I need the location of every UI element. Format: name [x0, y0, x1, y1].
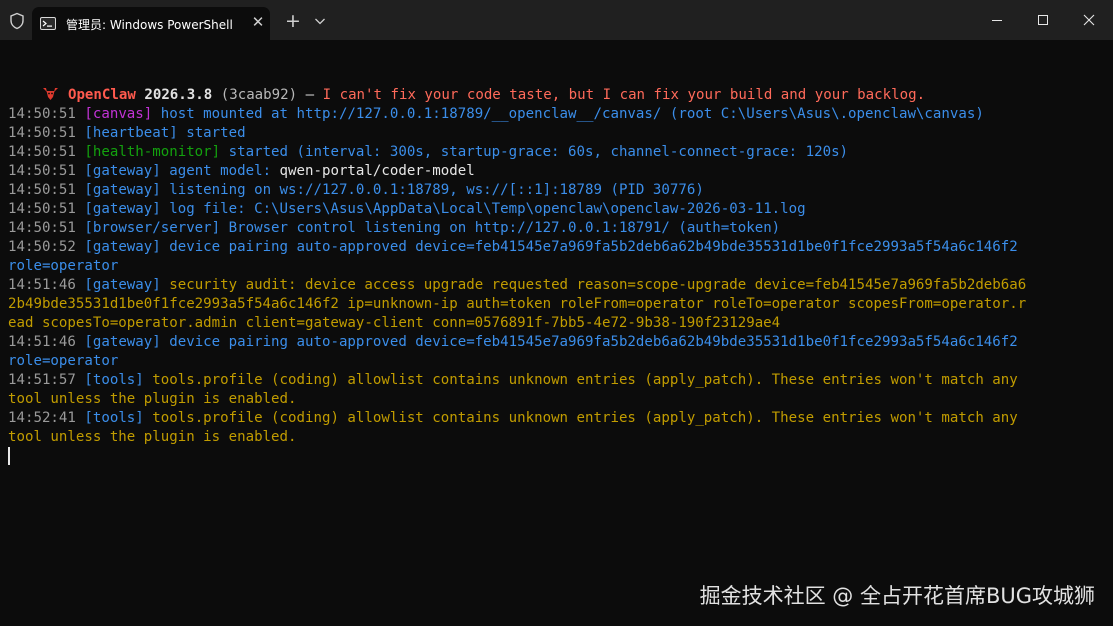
log-tag: [tools] — [84, 372, 144, 388]
banner-hash: (3caab92) — [220, 87, 298, 103]
log-message: agent model: — [160, 163, 280, 179]
log-lines: 14:50:51 [canvas] host mounted at http:/… — [8, 105, 1104, 447]
log-tag: [health-monitor] — [84, 144, 221, 160]
log-line: role=operator — [8, 257, 1104, 276]
log-tag: [gateway] — [84, 201, 161, 217]
close-window-button[interactable] — [1066, 0, 1112, 40]
log-tag: [tools] — [84, 410, 144, 426]
log-tag: [gateway] — [84, 163, 161, 179]
log-message: 2b49bde35531d1be0f1fce2993a5f54a6c146f2 … — [8, 296, 1027, 312]
log-timestamp: 14:51:57 — [8, 372, 85, 388]
log-message: ead scopesTo=operator.admin client=gatew… — [8, 315, 781, 331]
watermark: 掘金技术社区 @ 全占开花首席BUG攻城狮 — [699, 584, 1095, 608]
banner-app-name: OpenClaw — [67, 87, 136, 103]
close-tab-icon[interactable]: ✕ — [250, 13, 266, 31]
log-timestamp: 14:51:46 — [8, 277, 85, 293]
log-tag: [gateway] — [84, 239, 161, 255]
log-message: device pairing auto-approved device=feb4… — [160, 334, 1018, 350]
log-line: 14:50:51 [canvas] host mounted at http:/… — [8, 105, 1104, 124]
log-timestamp: 14:50:51 — [8, 220, 85, 236]
lobster-icon — [42, 88, 58, 100]
log-message: qwen-portal/coder-model — [279, 163, 475, 179]
log-line: 14:51:57 [tools] tools.profile (coding) … — [8, 371, 1104, 390]
log-message: tool unless the plugin is enabled. — [8, 429, 297, 445]
log-line: 14:50:51 [gateway] log file: C:\Users\As… — [8, 200, 1104, 219]
log-tag: [browser/server] — [84, 220, 221, 236]
new-tab-button[interactable]: + — [283, 10, 303, 32]
banner-version: 2026.3.8 — [144, 87, 213, 103]
log-tag: [heartbeat] — [84, 125, 178, 141]
chevron-down-icon[interactable] — [314, 16, 326, 26]
banner-line: OpenClaw 2026.3.8 (3caab92) — I can't fi… — [8, 67, 1104, 103]
log-message: tool unless the plugin is enabled. — [8, 391, 297, 407]
log-timestamp: 14:51:46 — [8, 334, 85, 350]
log-message: tools.profile (coding) allowlist contain… — [143, 410, 1018, 426]
text-cursor — [8, 447, 10, 465]
log-message: Browser control listening on http://127.… — [220, 220, 781, 236]
log-timestamp: 14:52:41 — [8, 410, 85, 426]
log-line: tool unless the plugin is enabled. — [8, 390, 1104, 409]
log-tag: [canvas] — [84, 106, 153, 122]
log-line: 14:50:51 [health-monitor] started (inter… — [8, 143, 1104, 162]
log-tag: [gateway] — [84, 277, 161, 293]
log-line: ead scopesTo=operator.admin client=gatew… — [8, 314, 1104, 333]
banner-separator: — — [305, 87, 315, 103]
tab-title: 管理员: Windows PowerShell — [66, 18, 233, 32]
log-line: 14:50:51 [gateway] agent model: qwen-por… — [8, 162, 1104, 181]
banner-tagline: I can't fix your code taste, but I can f… — [322, 87, 926, 103]
log-message: tools.profile (coding) allowlist contain… — [143, 372, 1018, 388]
log-message: device pairing auto-approved device=feb4… — [160, 239, 1018, 255]
terminal-output[interactable]: OpenClaw 2026.3.8 (3caab92) — I can't fi… — [8, 67, 1104, 547]
terminal-icon — [40, 17, 56, 30]
maximize-button[interactable] — [1020, 0, 1066, 40]
log-line: tool unless the plugin is enabled. — [8, 428, 1104, 447]
log-line: 2b49bde35531d1be0f1fce2993a5f54a6c146f2 … — [8, 295, 1104, 314]
log-timestamp: 14:50:51 — [8, 125, 85, 141]
log-tag: [gateway] — [84, 334, 161, 350]
tab-powershell[interactable]: 管理员: Windows PowerShell ✕ — [32, 7, 270, 40]
log-message: host mounted at http://127.0.0.1:18789/_… — [152, 106, 984, 122]
log-message: role=operator — [8, 258, 119, 274]
log-timestamp: 14:50:51 — [8, 201, 85, 217]
minimize-button[interactable] — [974, 0, 1020, 40]
log-timestamp: 14:50:51 — [8, 182, 85, 198]
log-line: 14:50:52 [gateway] device pairing auto-a… — [8, 238, 1104, 257]
close-icon — [1083, 14, 1095, 26]
log-message: started (interval: 300s, startup-grace: … — [220, 144, 849, 160]
log-timestamp: 14:50:51 — [8, 106, 85, 122]
log-message: listening on ws://127.0.0.1:18789, ws://… — [160, 182, 704, 198]
log-timestamp: 14:50:51 — [8, 163, 85, 179]
log-line: role=operator — [8, 352, 1104, 371]
minimize-icon — [992, 20, 1002, 21]
log-line: 14:52:41 [tools] tools.profile (coding) … — [8, 409, 1104, 428]
shield-icon — [10, 12, 24, 30]
log-line: 14:51:46 [gateway] device pairing auto-a… — [8, 333, 1104, 352]
log-tag: [gateway] — [84, 182, 161, 198]
log-message: role=operator — [8, 353, 119, 369]
log-line: 14:51:46 [gateway] security audit: devic… — [8, 276, 1104, 295]
log-timestamp: 14:50:52 — [8, 239, 85, 255]
log-timestamp: 14:50:51 — [8, 144, 85, 160]
log-line: 14:50:51 [heartbeat] started — [8, 124, 1104, 143]
log-message: log file: C:\Users\Asus\AppData\Local\Te… — [160, 201, 806, 217]
log-message: security audit: device access upgrade re… — [160, 277, 1027, 293]
log-message: started — [177, 125, 246, 141]
log-line: 14:50:51 [browser/server] Browser contro… — [8, 219, 1104, 238]
title-bar: 管理员: Windows PowerShell ✕ + — [0, 0, 1113, 40]
log-line: 14:50:51 [gateway] listening on ws://127… — [8, 181, 1104, 200]
maximize-icon — [1038, 15, 1048, 25]
